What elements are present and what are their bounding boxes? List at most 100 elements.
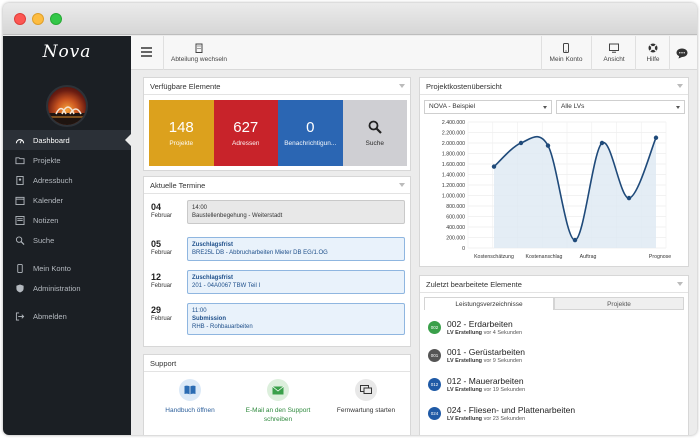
tab-leistungsverzeichnisse[interactable]: Leistungsverzeichnisse [424,297,554,310]
recent-item[interactable]: 002 002 - Erdarbeiten LV Erstellung vor … [428,317,683,341]
avatar[interactable] [46,85,88,127]
appointment-type: Submission [192,316,227,322]
appointment-type: Zuschlagsfrist [192,275,234,281]
tile-suche[interactable]: Suche [342,100,407,166]
panel-title: Aktuelle Termine [150,180,206,190]
sidebar-item-suche[interactable]: Suche [3,230,131,250]
minimize-window-button[interactable] [32,13,44,25]
x-tick-label: Kostenschätzung [474,254,514,260]
appointment-item[interactable]: 04 Februar 14:00 Baustellenbegehung - Weit… [149,200,407,228]
appointment-title: Baustellenbegehung - Weiterstadt [192,213,283,219]
sidebar-item-label: Suche [33,235,55,245]
sidebar-item-label: Abmelden [33,311,67,321]
collapse-caret-icon[interactable] [399,183,405,187]
folder-icon [15,156,25,164]
recent-item[interactable]: 012 012 - Mauerarbeiten LV Erstellung vo… [428,374,683,398]
hamburger-menu-icon[interactable] [141,47,152,58]
y-tick-label: 0 [462,246,465,252]
sidebar-item-label: Projekte [33,155,61,165]
close-window-button[interactable] [14,13,26,25]
recent-item[interactable]: 024 024 - Fliesen- und Plattenarbeiten L… [428,403,683,427]
chat-bubble-icon [676,48,688,58]
lv-select-value: Alle LVs [561,103,585,110]
help-button[interactable]: Hilfe [637,36,669,70]
collapse-caret-icon[interactable] [677,84,683,88]
nova-logo: Nova [42,42,92,62]
my-account-label: Mein Konto [549,56,583,63]
open-manual-button[interactable]: Handbuch öffnen [150,379,230,415]
support-panel: Support Handbuch öffnen E-Mail an den Su… [143,354,411,435]
data-point [491,164,497,169]
x-tick-label: Auftrag [580,254,597,260]
y-tick-label: 1.600.000 [442,162,465,168]
tab-projekte[interactable]: Projekte [554,297,684,310]
tile-label: Adressen [232,140,260,147]
item-time: vor 23 Sekunden [483,416,526,422]
sidebar: Nova Dashboard Projekte Adressbuch Kalen… [3,36,131,435]
view-button[interactable]: Ansicht [593,36,635,70]
appointment-day: 29 [151,305,162,315]
appointment-month: Februar [151,213,173,219]
sidebar-item-label: Mein Konto [33,263,71,273]
tile-adressen[interactable]: 627 Adressen [213,100,278,166]
chat-button[interactable] [667,36,697,70]
view-label: Ansicht [603,56,625,63]
sidebar-item-administration[interactable]: Administration [3,278,131,298]
item-time: vor 4 Sekunden [483,330,523,336]
sidebar-item-notizen[interactable]: Notizen [3,210,131,230]
project-select-value: NOVA - Beispiel [429,103,476,110]
tile-projekte[interactable]: 148 Projekte [149,100,214,166]
addressbook-icon [16,175,24,185]
phone-icon [563,43,569,53]
tile-value: 0 [306,119,315,136]
lv-select[interactable]: Alle LVs [556,100,685,114]
element-tiles: 148 Projekte 627 Adressen 0 Benachrichti… [149,100,407,166]
tile-label: Benachrichtigun... [284,140,337,147]
y-tick-label: 2.200.000 [442,131,465,137]
item-title: 012 - Mauerarbeiten [447,376,524,386]
sidebar-item-adressbuch[interactable]: Adressbuch [3,170,131,190]
switch-department-button[interactable]: Abteilung wechseln [169,36,229,70]
appointment-item[interactable]: 05 Februar Zuschlagsfrist BRE25L DB - Abbr… [149,237,407,265]
available-elements-panel: Verfügbare Elemente 148 Projekte 627 Adr… [143,77,411,171]
project-costs-panel: Projektkostenübersicht NOVA - Beispiel A… [419,77,689,267]
project-select[interactable]: NOVA - Beispiel [424,100,552,114]
x-tick-label: Prognose [649,254,671,260]
tile-label: Suche [365,139,384,147]
sidebar-item-abmelden[interactable]: Abmelden [3,306,131,326]
phone-icon [17,263,23,273]
appointment-item[interactable]: 29 Februar 11:00 Submission RHB - Rohbauarb… [149,303,407,337]
panel-title: Projektkostenübersicht [426,81,502,91]
help-label: Hilfe [646,56,660,63]
collapse-caret-icon[interactable] [399,84,405,88]
appointment-day: 05 [151,239,162,249]
appointment-day: 12 [151,272,162,282]
cost-chart: 2.400.000 2.200.000 2.000.000 1.800.000 1.60… [442,120,671,260]
chart-filters: NOVA - Beispiel Alle LVs [424,100,685,114]
y-tick-label: 1.000.000 [442,194,465,200]
email-support-button[interactable]: E-Mail an den Support schreiben [238,379,318,424]
sidebar-item-dashboard[interactable]: Dashboard [3,130,131,150]
sidebar-item-mein-konto[interactable]: Mein Konto [3,258,131,278]
data-point [626,195,632,201]
collapse-caret-icon[interactable] [677,282,683,286]
appointment-item[interactable]: 12 Februar Zuschlagsfrist 201 - 04A0067 TB… [149,270,407,298]
appointment-time: 11:00 [192,308,207,314]
remote-support-button[interactable]: Fernwartung starten [326,379,406,415]
book-icon [184,385,196,395]
item-author: LV Erstellung [447,358,483,364]
data-point [518,140,524,146]
sidebar-item-projekte[interactable]: Projekte [3,150,131,170]
maximize-window-button[interactable] [50,13,62,25]
tile-benachrichtigungen[interactable]: 0 Benachrichtigun... [278,100,343,166]
mail-icon [272,385,284,394]
item-time: vor 9 Sekunden [483,358,523,364]
sidebar-item-kalender[interactable]: Kalender [3,190,131,210]
avatar-picture [48,106,86,125]
data-point [653,135,659,140]
recent-item[interactable]: 001 001 - Gerüstarbeiten LV Erstellung v… [428,345,683,369]
y-tick-label: 800.000 [446,204,465,210]
support-label-line2: schreiben [263,416,293,423]
y-tick-label: 400.000 [446,225,465,231]
my-account-button[interactable]: Mein Konto [543,36,589,70]
